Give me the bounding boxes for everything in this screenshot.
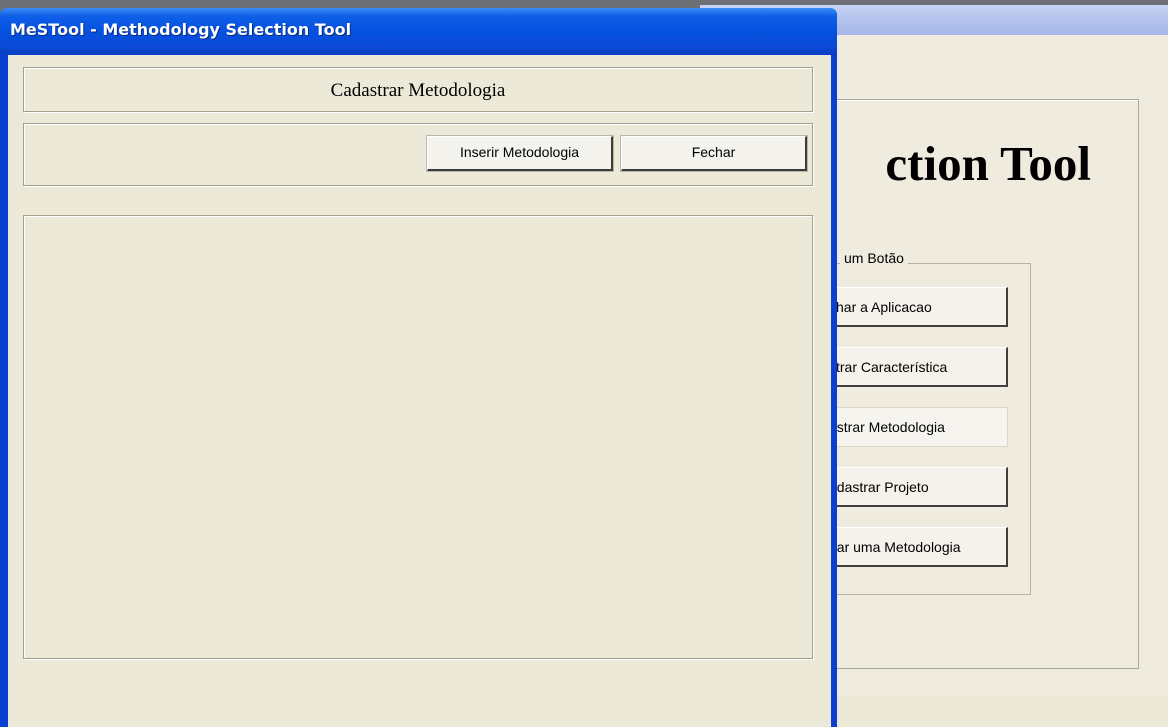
dialog-titlebar[interactable]: MeSTool - Methodology Selection Tool	[0, 8, 837, 54]
content-panel	[23, 215, 813, 659]
header-panel: Cadastrar Metodologia	[23, 67, 813, 112]
insert-methodology-button[interactable]: Inserir Metodologia	[426, 135, 614, 172]
button-group-legend: um Botão	[840, 250, 908, 266]
dialog-client: Cadastrar Metodologia Inserir Metodologi…	[8, 55, 831, 727]
dialog-window: MeSTool - Methodology Selection Tool Cad…	[0, 8, 837, 727]
dialog-title: MeSTool - Methodology Selection Tool	[10, 20, 352, 39]
close-button[interactable]: Fechar	[620, 135, 808, 172]
page-title: Cadastrar Metodologia	[330, 80, 506, 101]
toolbar-panel: Inserir Metodologia Fechar	[23, 123, 813, 186]
